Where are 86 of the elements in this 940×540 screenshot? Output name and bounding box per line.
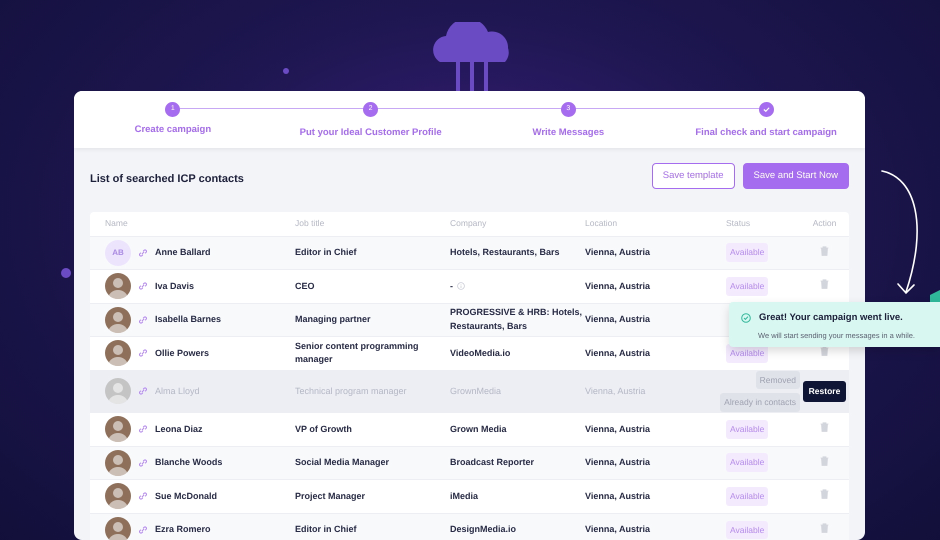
status-tag: Available [726,420,768,439]
column-header: Status [726,218,750,228]
location: Vienna, Austria [585,424,650,434]
info-icon [457,282,465,290]
delete-icon[interactable] [820,522,829,533]
link-icon[interactable] [139,316,147,324]
link-icon[interactable] [139,425,147,434]
photo-placeholder [105,273,131,300]
step-label: Put your Ideal Customer Profile [300,126,442,140]
photo-placeholder [105,483,131,510]
contact-name: Ollie Powers [155,346,210,360]
photo-placeholder [105,450,131,476]
check-circle-icon [741,313,751,324]
contact-name: Alma Lloyd [155,384,200,398]
link-icon[interactable] [139,349,147,358]
company-name: Hotels, Restaurants, Bars [450,246,560,259]
company-name: Grown Media [450,422,507,436]
delete-icon[interactable] [820,346,829,356]
location: Vienna, Austria [585,386,646,396]
toast-title: Great! Your campaign went live. [759,311,903,325]
photo-placeholder [105,416,131,442]
removed-label: Removed [756,370,800,390]
link-icon[interactable] [139,248,147,257]
job-title: Editor in Chief [295,246,358,259]
company-name: GrownMedia [450,384,502,398]
contact-name: Blanche Woods [155,456,222,469]
company-name: - [450,280,453,292]
company-name: DesignMedia.io [450,523,516,536]
link-icon[interactable] [139,458,147,467]
job-title: Project Manager [295,490,366,503]
contact-name: Ezra Romero [155,523,211,536]
status-tag: Available [726,486,768,506]
column-header: Name [105,218,128,228]
save-template-button[interactable]: Save template [652,163,734,189]
status-tag: Available [726,276,768,296]
location: Vienna, Austria [585,348,650,358]
status-tag: Available [726,520,768,540]
company-name: iMedia [450,490,478,502]
delete-icon[interactable] [820,489,829,499]
location: Vienna, Austria [585,524,650,534]
column-header: Location [585,218,618,228]
status-tag: Already in contacts [720,393,800,412]
column-header: Action [812,218,836,228]
step-label: Create campaign [134,123,212,137]
location: Vienna, Austria [585,457,650,467]
job-title: Technical program manager [295,384,408,398]
glow-dot [61,268,71,278]
column-header: Company [450,218,486,228]
save-start-button[interactable]: Save and Start Now [742,163,849,189]
column-header: Job title [295,218,324,228]
job-title: Managing partner [295,313,372,326]
company-name: PROGRESSIVE & HRB: Hotels, Restaurants, Bars [450,306,584,333]
job-title: Senior content programming manager [295,340,420,366]
glow-dot [283,68,289,74]
company-name: Broadcast Reporter [450,456,534,469]
link-icon[interactable] [139,492,147,500]
photo-placeholder [105,378,131,404]
photo-placeholder [105,340,131,366]
delete-icon[interactable] [820,422,829,432]
contact-name: Leona Diaz [155,422,203,436]
location: Vienna, Austria [585,490,650,500]
job-title: Editor in Chief [295,523,358,536]
status-tag: Available [726,243,768,262]
location: Vienna, Austria [585,247,650,257]
link-icon[interactable] [139,526,147,534]
job-title: Social Media Manager [295,456,390,469]
job-title: CEO [295,280,316,292]
status-tag: Available [726,453,768,472]
step-label: Write Messages [532,126,604,140]
link-icon[interactable] [139,282,147,290]
delete-icon[interactable] [820,246,829,256]
contact-name: Isabella Barnes [155,313,222,326]
step-label: Final check and start campaign [695,126,837,140]
location: Vienna, Austria [585,314,650,324]
contact-name: Iva Davis [155,280,194,292]
job-title: VP of Growth [295,422,353,436]
company-name: VideoMedia.io [450,346,510,360]
delete-icon[interactable] [820,456,829,466]
delete-icon[interactable] [820,279,829,289]
photo-placeholder [105,306,131,333]
contact-name: Anne Ballard [155,246,211,259]
list-title: List of searched ICP contacts [90,172,244,187]
location: Vienna, Austria [585,280,650,290]
avatar-initials: AB [105,240,131,266]
contact-name: Sue McDonald [155,490,218,502]
check-icon [758,102,774,117]
